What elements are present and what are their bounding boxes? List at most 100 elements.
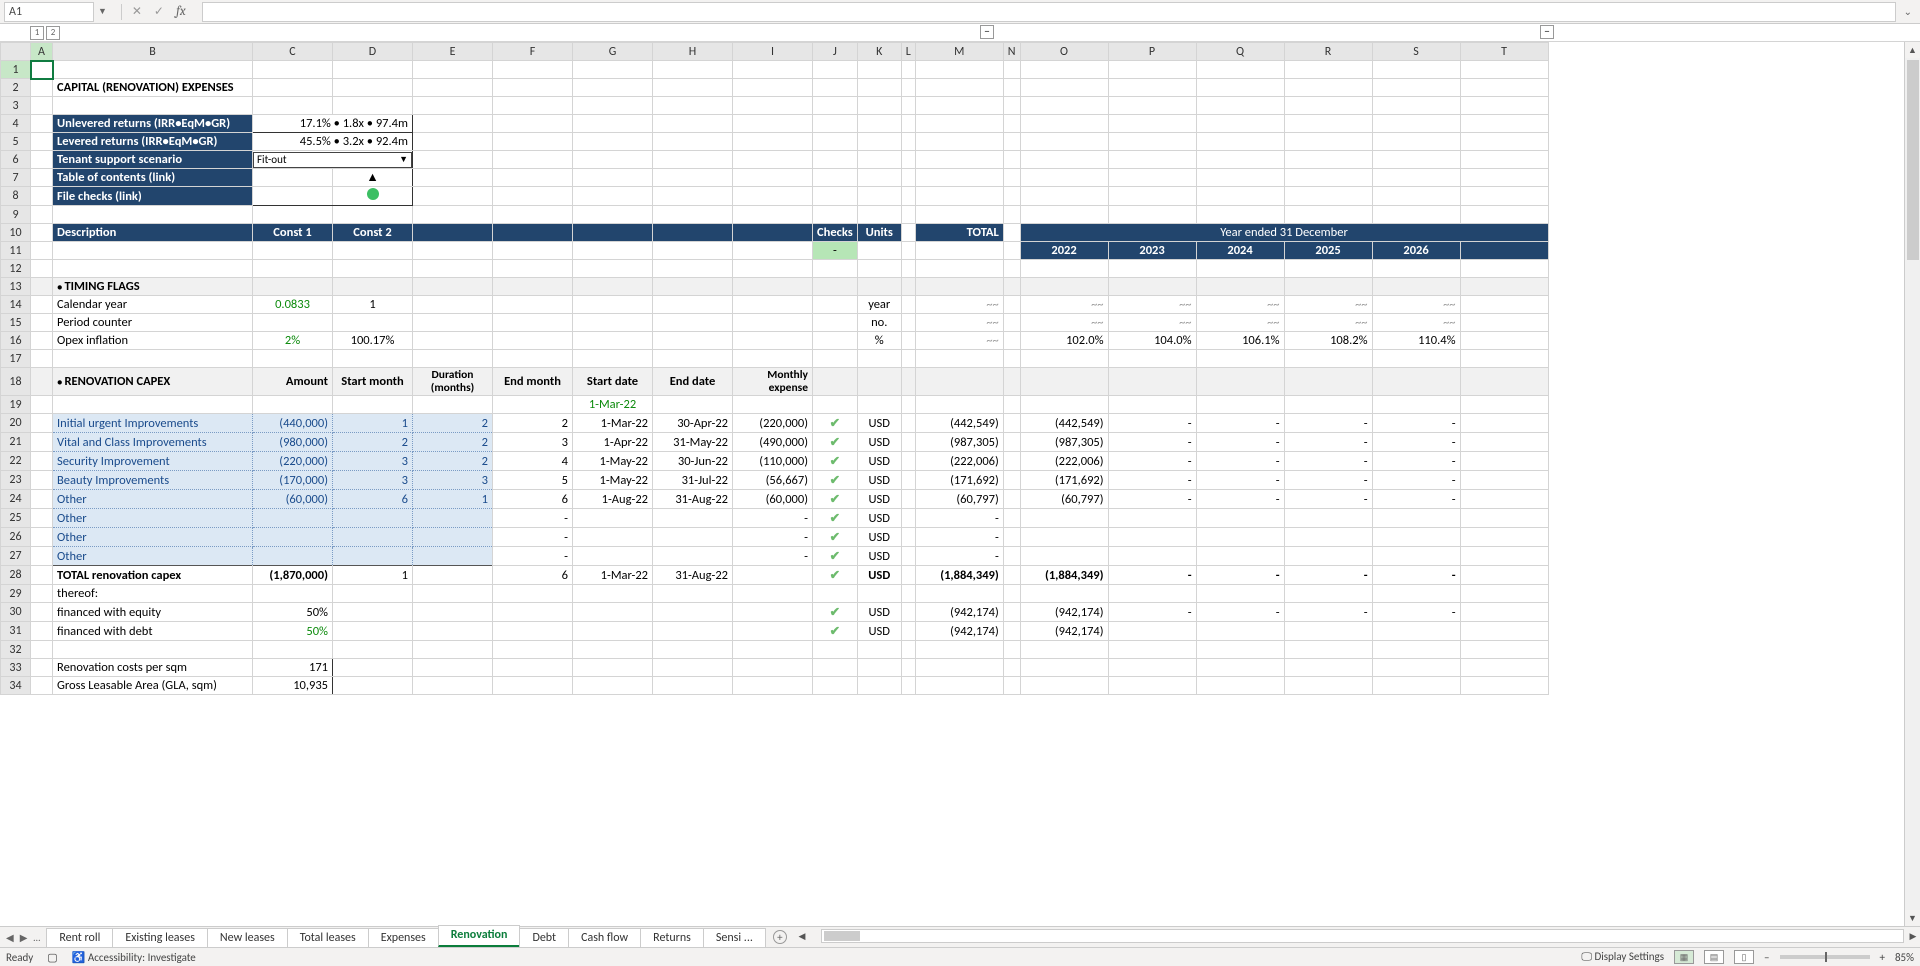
capex-ed[interactable]: 30-Jun-22 [653,452,733,471]
capex-year[interactable]: - [1284,452,1372,471]
row-header-3[interactable]: 3 [1,97,31,115]
hdr-year-2025[interactable]: 2025 [1284,242,1372,260]
cell-N23[interactable] [1003,471,1020,490]
hdr-const2[interactable]: Const 2 [333,224,413,242]
capex-total[interactable]: (222,006) [915,452,1003,471]
capex-total-year[interactable]: - [1284,566,1372,585]
accessibility-status[interactable]: ♿ Accessibility: Investigate [72,951,196,964]
file-checks-link[interactable]: File checks (link) [53,187,253,206]
cell-L23[interactable] [901,471,915,490]
capex-em[interactable]: 5 [493,471,573,490]
capex-check[interactable]: ✔ [813,433,858,452]
sheet-tab-returns[interactable]: Returns [640,928,704,948]
capex-year[interactable]: - [1108,452,1196,471]
cell-A11[interactable] [31,242,53,260]
capex-unit[interactable]: USD [857,547,901,566]
cell-L33[interactable] [901,659,915,677]
hdr-start-month[interactable]: Start month [333,368,413,396]
cell-Q1[interactable] [1196,61,1284,79]
cell-J33[interactable] [813,659,858,677]
cell-L27[interactable] [901,547,915,566]
cell-F33[interactable] [493,659,573,677]
row-header-24[interactable]: 24 [1,490,31,509]
timing-year[interactable]: ~~ [1108,314,1196,332]
financed-total[interactable]: (942,174) [915,622,1003,641]
cell-G3[interactable] [573,97,653,115]
scenario-cell[interactable]: Fit-out▼ [253,151,413,169]
name-box[interactable]: A1 [4,2,94,22]
financed-pct[interactable]: 50% [253,622,333,641]
page-title[interactable]: CAPITAL (RENOVATION) EXPENSES [53,79,253,97]
cell-T13[interactable] [1460,278,1548,296]
cell-N21[interactable] [1003,433,1020,452]
cell-T11[interactable] [1460,242,1548,260]
cell-I34[interactable] [733,677,813,695]
cell-A5[interactable] [31,133,53,151]
sheet-tab-new-leases[interactable]: New leases [207,928,288,948]
timing-row-label[interactable]: Opex inflation [53,332,253,350]
capex-dur[interactable]: 3 [413,471,493,490]
cell-F15[interactable] [493,314,573,332]
cell-I16[interactable] [733,332,813,350]
timing-year[interactable]: 108.2% [1284,332,1372,350]
timing-year[interactable]: ~~ [1020,314,1108,332]
cell-I12[interactable] [733,260,813,278]
cell-K7[interactable] [857,169,901,187]
zoom-in-button[interactable]: + [1880,951,1885,964]
cell-Q33[interactable] [1196,659,1284,677]
cell-S12[interactable] [1372,260,1460,278]
cell-E11[interactable] [413,242,493,260]
cell-N5[interactable] [1003,133,1020,151]
capex-total-amount[interactable]: (1,870,000) [253,566,333,585]
capex-year[interactable] [1284,547,1372,566]
capex-year[interactable]: - [1372,433,1460,452]
cell-I15[interactable] [733,314,813,332]
cell-R13[interactable] [1284,278,1372,296]
cell-T12[interactable] [1460,260,1548,278]
cell-B32[interactable] [53,641,253,659]
capex-year[interactable] [1108,528,1196,547]
cell-G14[interactable] [573,296,653,314]
sheet-tab-debt[interactable]: Debt [519,928,569,948]
cell-T33[interactable] [1460,659,1548,677]
column-header-S[interactable]: S [1372,43,1460,61]
capex-sd[interactable] [573,547,653,566]
cell-D28[interactable]: 1 [333,566,413,585]
hdr-year-2026[interactable]: 2026 [1372,242,1460,260]
cell-C29[interactable] [253,585,333,603]
cell-T18[interactable] [1460,368,1548,396]
timing-year[interactable]: 106.1% [1196,332,1284,350]
capex-unit[interactable]: USD [857,528,901,547]
cell-G31[interactable] [573,622,653,641]
cell-E9[interactable] [413,206,493,224]
cell-N18[interactable] [1003,368,1020,396]
cell-L26[interactable] [901,528,915,547]
scroll-thumb[interactable] [1907,60,1919,260]
cell-T17[interactable] [1460,350,1548,368]
capex-check[interactable]: ✔ [813,471,858,490]
cell-R4[interactable] [1284,115,1372,133]
hdr-checks[interactable]: Checks [813,224,858,242]
capex-year[interactable]: - [1372,452,1460,471]
timing-year[interactable]: 102.0% [1020,332,1108,350]
cell-Q19[interactable] [1196,396,1284,414]
timing-c1[interactable]: 2% [253,332,333,350]
cell-R18[interactable] [1284,368,1372,396]
cell-T2[interactable] [1460,79,1548,97]
cell-D30[interactable] [333,603,413,622]
cell-I5[interactable] [733,133,813,151]
cell-O18[interactable] [1020,368,1108,396]
cell-N31[interactable] [1003,622,1020,641]
capex-dur[interactable]: 2 [413,433,493,452]
capex-sm[interactable] [333,528,413,547]
grid-scroll[interactable]: ABCDEFGHIJKLMNOPQRST12CAPITAL (RENOVATIO… [0,42,1920,926]
capex-year[interactable]: - [1108,490,1196,509]
capex-year[interactable]: (442,549) [1020,414,1108,433]
hdr-year-2023[interactable]: 2023 [1108,242,1196,260]
cell-J15[interactable] [813,314,858,332]
capex-ed[interactable] [653,509,733,528]
cell-T29[interactable] [1460,585,1548,603]
cell-C32[interactable] [253,641,333,659]
cell-M33[interactable] [915,659,1003,677]
capex-label[interactable]: Initial urgent Improvements [53,414,253,433]
